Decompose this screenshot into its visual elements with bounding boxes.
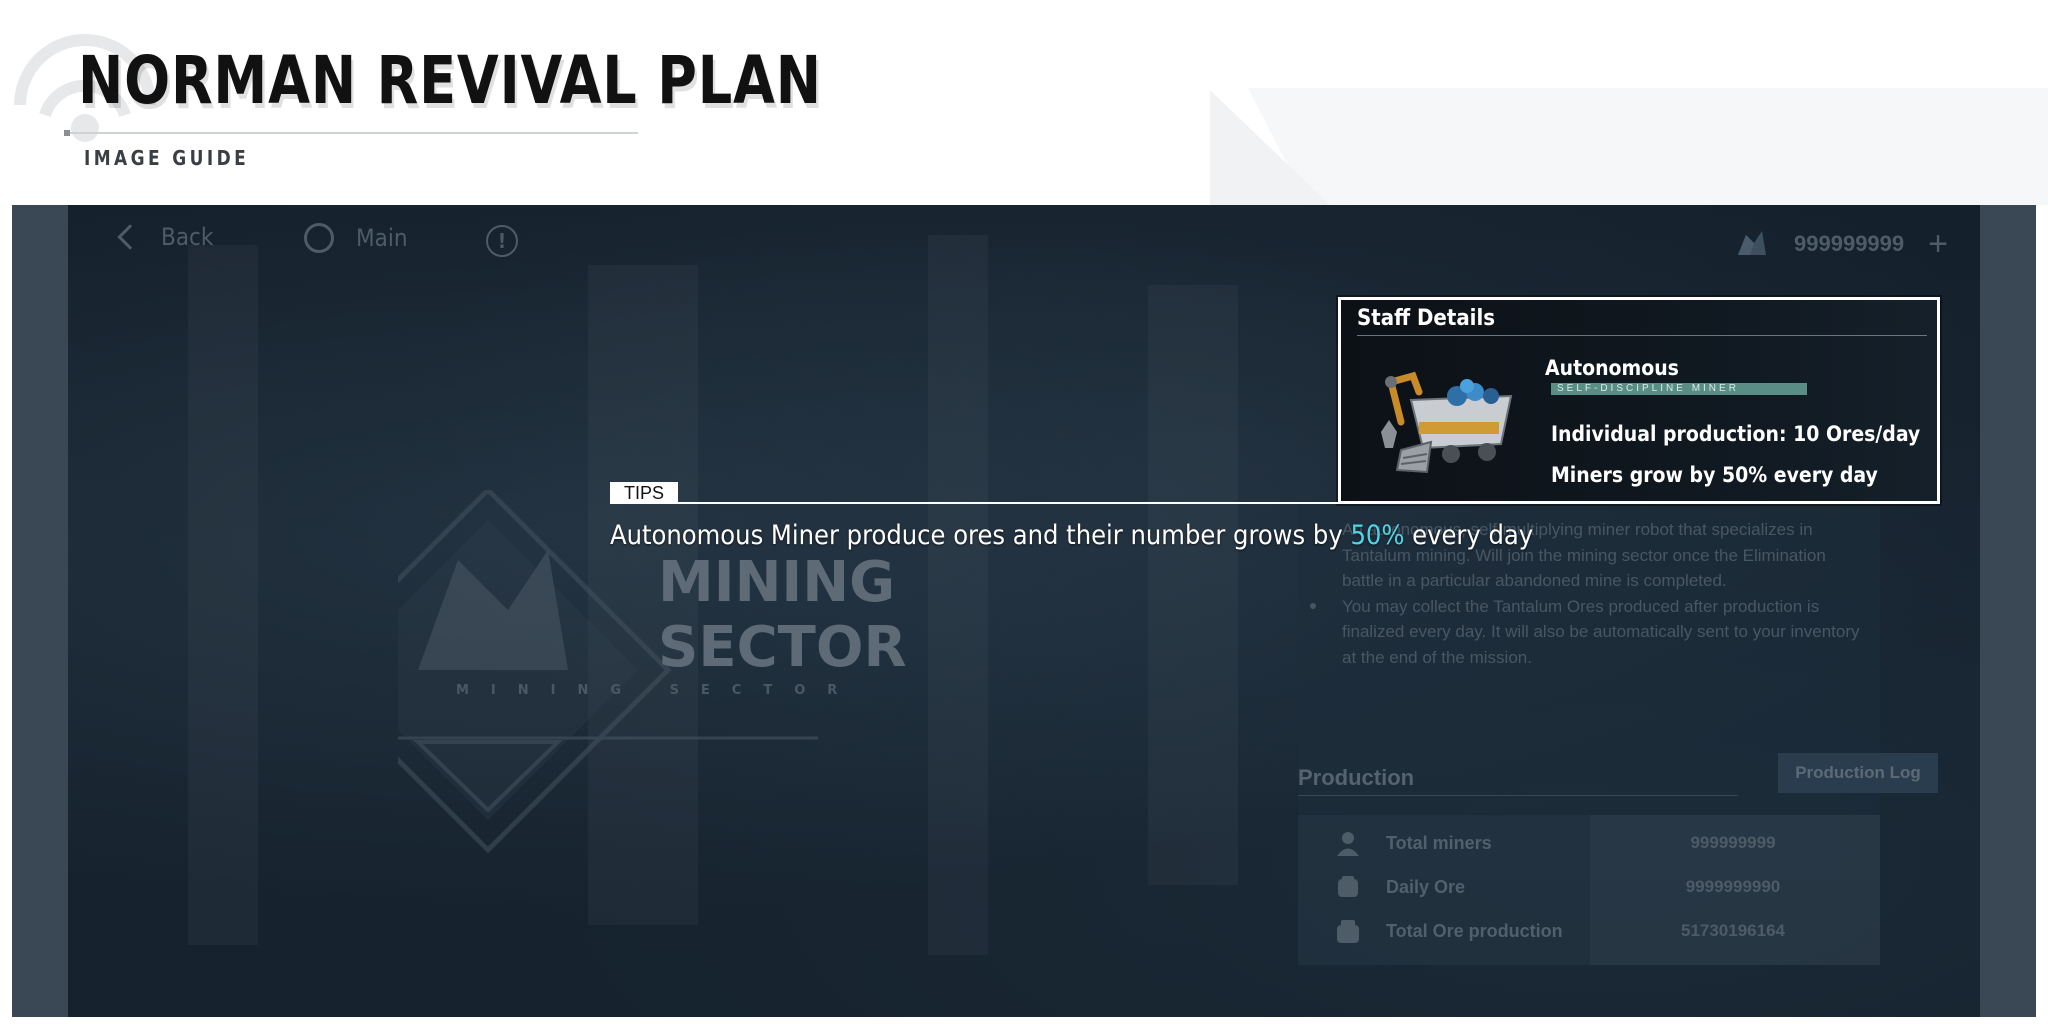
currency-display: 999999999 + (1732, 225, 1948, 263)
exclamation-icon: ! (486, 225, 518, 257)
tantalum-ore-icon (1738, 231, 1767, 255)
description-paragraph-2: You may collect the Tantalum Ores produc… (1342, 596, 1860, 667)
production-label: Total Ore production (1386, 920, 1563, 941)
production-row-total-miners: Total miners 999999999 (1298, 821, 1880, 865)
background-pillar (1148, 285, 1238, 885)
tips-text-before: Autonomous Miner produce ores and their … (610, 520, 1351, 551)
emblem-sector-text: SECTOR (658, 615, 907, 680)
title-underline (66, 132, 638, 134)
production-title: Production (1298, 765, 1415, 790)
unit-tag: SELF-DISCIPLINE MINER (1551, 383, 1807, 395)
production-label: Total miners (1386, 832, 1492, 853)
staff-details-card: Staff Details Autonomous SELF-DISCIPLINE… (1338, 297, 1940, 504)
production-underline (1298, 795, 1738, 796)
ore-icon (1338, 876, 1358, 897)
info-button[interactable]: ! (486, 225, 518, 257)
guide-header: NORMAN REVIVAL PLAN IMAGE GUIDE (0, 0, 2048, 205)
staff-details-title: Staff Details (1357, 306, 1496, 331)
person-icon (1337, 832, 1359, 856)
production-row-total-ore: Total Ore production 51730196164 (1298, 909, 1880, 953)
tips-highlight: 50% (1350, 520, 1405, 551)
production-row-daily-ore: Daily Ore 9999999990 (1298, 865, 1880, 909)
production-value: 999999999 (1690, 833, 1776, 852)
emblem-mining-text: MINING (658, 550, 896, 615)
home-ring-icon (304, 223, 334, 253)
header-decoration (1248, 88, 2048, 205)
unit-name: Autonomous (1545, 356, 1679, 380)
tips-text: Autonomous Miner produce ores and their … (610, 520, 1533, 551)
emblem-small-text: MINING SECTOR (456, 683, 860, 698)
ore-stack-icon (1337, 920, 1359, 943)
top-bar: Back Main ! 999999999 + (68, 205, 1980, 285)
production-table: Total miners 999999999 Daily Ore 9999999… (1298, 815, 1880, 965)
miner-robot-icon (1381, 371, 1513, 474)
back-button[interactable]: Back (113, 223, 213, 251)
background-pillar (188, 245, 258, 945)
page-title: NORMAN REVIVAL PLAN (78, 42, 822, 119)
growth-rate-stat: Miners grow by 50% every day (1551, 463, 1878, 487)
production-label: Daily Ore (1386, 876, 1466, 897)
production-value: 9999999990 (1685, 877, 1781, 896)
main-button[interactable]: Main (304, 223, 408, 253)
currency-value: 999999999 (1794, 231, 1905, 256)
main-label: Main (356, 224, 408, 252)
production-value: 51730196164 (1680, 921, 1785, 940)
title-underline-dot (64, 130, 70, 136)
tips-pointer-line (610, 502, 1340, 504)
tips-label: TIPS (610, 482, 678, 504)
staff-details-underline (1357, 335, 1927, 336)
description-bullet (1310, 603, 1316, 609)
tips-text-after: every day (1404, 520, 1534, 551)
production-log-button[interactable]: Production Log (1778, 753, 1938, 793)
back-label: Back (161, 223, 214, 251)
individual-production-stat: Individual production: 10 Ores/day (1551, 422, 1921, 446)
chevron-left-icon (117, 224, 143, 250)
add-currency-button[interactable]: + (1928, 227, 1948, 261)
page-subtitle: IMAGE GUIDE (84, 146, 250, 170)
